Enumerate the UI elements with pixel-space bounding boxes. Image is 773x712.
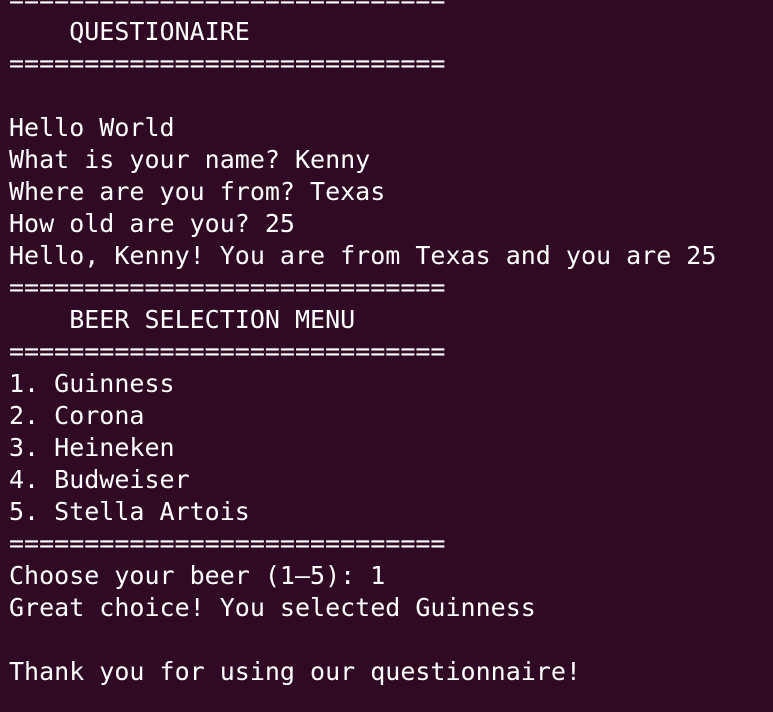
separator-line: ============================= bbox=[9, 49, 446, 78]
age-prompt-line: How old are you? 25 bbox=[9, 209, 295, 238]
terminal-output: ============================= QUESTIONAI… bbox=[9, 0, 716, 688]
hello-world-line: Hello World bbox=[9, 113, 175, 142]
questionaire-heading: QUESTIONAIRE bbox=[9, 17, 250, 46]
greeting-line: Hello, Kenny! You are from Texas and you… bbox=[9, 241, 717, 270]
thank-you-line: Thank you for using our questionnaire! bbox=[9, 657, 581, 686]
selection-result-line: Great choice! You selected Guinness bbox=[9, 593, 536, 622]
separator-line: ============================= bbox=[9, 337, 446, 366]
location-prompt-line: Where are you from? Texas bbox=[9, 177, 386, 206]
menu-option: 4. Budweiser bbox=[9, 465, 190, 494]
beer-choice-prompt-line: Choose your beer (1–5): 1 bbox=[9, 561, 386, 590]
menu-option: 2. Corona bbox=[9, 401, 145, 430]
beer-menu-heading: BEER SELECTION MENU bbox=[9, 305, 356, 334]
menu-option: 5. Stella Artois bbox=[9, 497, 250, 526]
terminal-window[interactable]: ============================= QUESTIONAI… bbox=[0, 0, 773, 712]
separator-line: ============================= bbox=[9, 273, 446, 302]
separator-line: ============================= bbox=[9, 529, 446, 558]
name-prompt-line: What is your name? Kenny bbox=[9, 145, 371, 174]
menu-option: 1. Guinness bbox=[9, 369, 175, 398]
separator-line: ============================= bbox=[9, 0, 716, 16]
menu-option: 3. Heineken bbox=[9, 433, 175, 462]
